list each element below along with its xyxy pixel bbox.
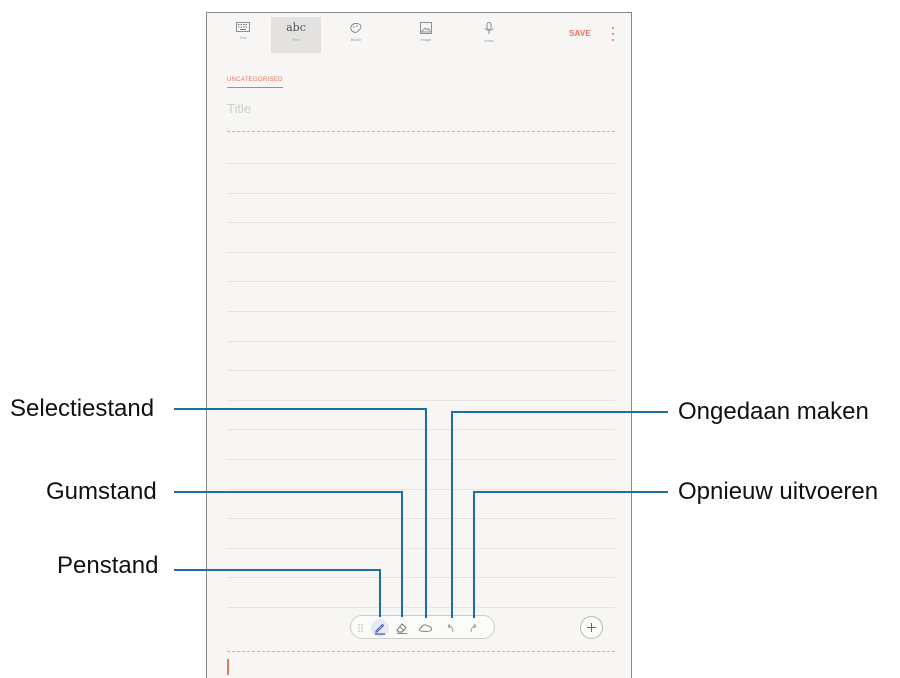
undo-callout-line [451, 411, 668, 618]
redo-callout: Opnieuw uitvoeren [678, 478, 879, 505]
eraser-callout-line [174, 491, 403, 617]
undo-callout: Ongedaan maken [678, 398, 869, 425]
pen-mode-callout: Penstand [57, 552, 159, 579]
redo-callout-line [473, 491, 668, 618]
selection-callout-line [174, 408, 427, 618]
pen-callout-line [174, 569, 381, 617]
eraser-mode-callout: Gumstand [46, 478, 157, 505]
selection-mode-callout: Selectiestand [10, 395, 155, 422]
